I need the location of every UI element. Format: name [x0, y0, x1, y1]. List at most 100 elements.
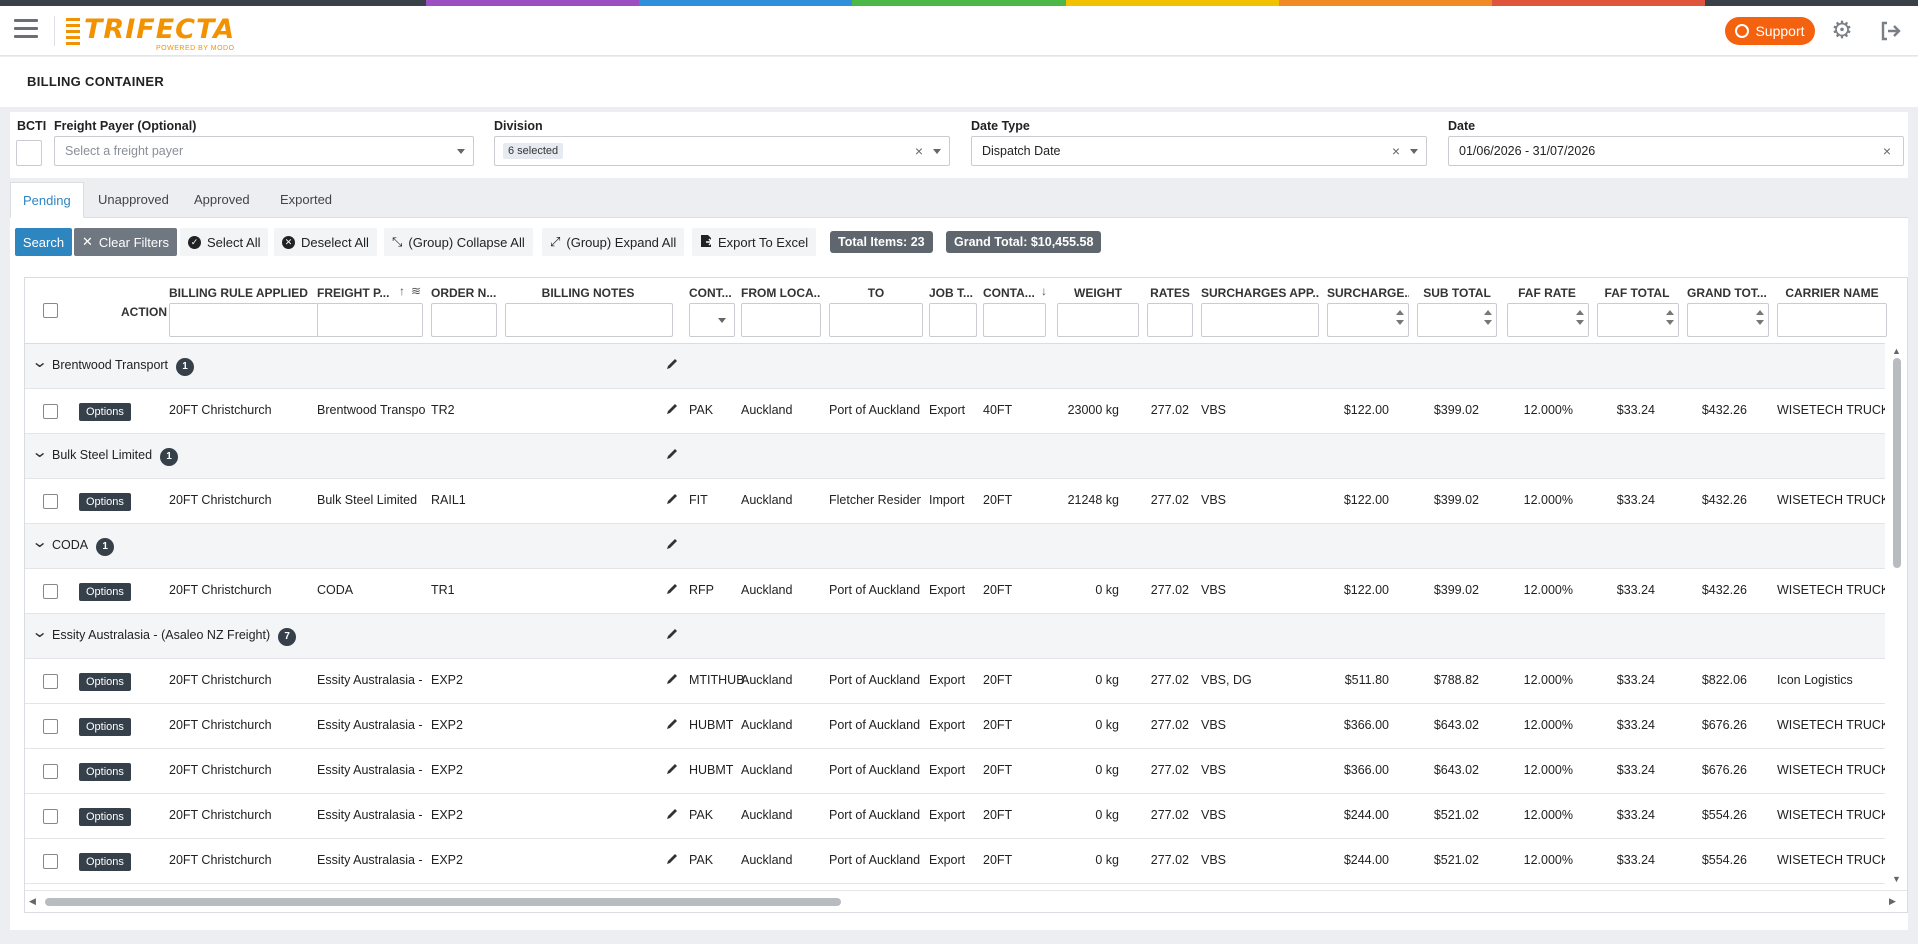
column-header[interactable]: GRAND TOT...	[1687, 286, 1769, 300]
vertical-scrollbar[interactable]: ▲ ▼	[1887, 344, 1907, 888]
group-row[interactable]: ⌄ Brentwood Transport 1	[25, 344, 1885, 389]
pencil-icon[interactable]	[665, 672, 681, 688]
select-all-button[interactable]: ✓ Select All	[180, 228, 269, 256]
group-collapse-all-button[interactable]: ⤡ (Group) Collapse All	[384, 228, 533, 256]
column-header[interactable]: SURCHARGES APP...	[1201, 286, 1319, 300]
search-button[interactable]: Search	[15, 228, 72, 256]
column-header[interactable]: SURCHARGE...	[1327, 286, 1409, 300]
scroll-right-icon[interactable]: ▶	[1889, 896, 1896, 907]
group-row[interactable]: ⌄ Bulk Steel Limited 1	[25, 434, 1885, 479]
division-select[interactable]: 6 selected ×	[494, 136, 950, 166]
column-filter-number[interactable]	[1327, 303, 1409, 337]
pencil-icon[interactable]	[665, 447, 681, 463]
column-header[interactable]: FAF RATE	[1507, 286, 1587, 300]
column-header[interactable]: RATES	[1147, 286, 1193, 300]
column-header[interactable]: JOB T...	[929, 286, 975, 300]
column-filter-input[interactable]	[505, 303, 673, 337]
pencil-icon[interactable]	[665, 582, 681, 598]
date-type-select[interactable]: Dispatch Date ×	[971, 136, 1427, 166]
pencil-icon[interactable]	[665, 402, 681, 418]
pencil-icon[interactable]	[665, 807, 681, 823]
support-button[interactable]: Support	[1725, 17, 1815, 45]
options-button[interactable]: Options	[79, 673, 131, 691]
column-filter-input[interactable]	[829, 303, 923, 337]
chevron-down-icon[interactable]: ⌄	[31, 622, 48, 642]
pencil-icon[interactable]	[665, 492, 681, 508]
tab-exported[interactable]: Exported	[268, 182, 344, 218]
chevron-down-icon[interactable]: ⌄	[31, 352, 48, 372]
column-filter-number[interactable]	[1687, 303, 1769, 337]
column-header[interactable]: BILLING NOTES	[505, 286, 671, 300]
column-filter-input[interactable]	[1147, 303, 1193, 337]
export-excel-button[interactable]: Export To Excel	[692, 228, 817, 256]
column-header[interactable]: FREIGHT P...	[317, 286, 422, 300]
sort-desc-icon[interactable]: ↓	[1041, 284, 1047, 298]
menu-icon[interactable]	[14, 19, 38, 41]
clear-date-type-icon[interactable]: ×	[1392, 143, 1400, 159]
deselect-all-button[interactable]: ✕ Deselect All	[274, 228, 377, 256]
chevron-down-icon[interactable]: ⌄	[31, 532, 48, 552]
column-filter-select[interactable]	[689, 303, 735, 337]
date-range-input[interactable]: 01/06/2026 - 31/07/2026 ×	[1448, 136, 1904, 166]
clear-division-icon[interactable]: ×	[915, 143, 923, 159]
row-checkbox[interactable]	[43, 494, 58, 509]
scroll-down-icon[interactable]: ▼	[1892, 874, 1901, 884]
horizontal-scroll-thumb[interactable]	[45, 898, 841, 906]
spinner-icon[interactable]	[1396, 310, 1404, 330]
pencil-icon[interactable]	[665, 537, 681, 553]
clear-filters-button[interactable]: ✕ Clear Filters	[74, 228, 177, 256]
pencil-icon[interactable]	[665, 762, 681, 778]
select-all-checkbox[interactable]	[43, 303, 58, 318]
spinner-icon[interactable]	[1576, 310, 1584, 330]
options-button[interactable]: Options	[79, 808, 131, 826]
options-button[interactable]: Options	[79, 583, 131, 601]
tab-approved[interactable]: Approved	[182, 182, 262, 218]
column-filter-input[interactable]	[741, 303, 821, 337]
options-button[interactable]: Options	[79, 718, 131, 736]
column-filter-input[interactable]	[929, 303, 977, 337]
freight-payer-select[interactable]: Select a freight payer	[54, 136, 474, 166]
row-checkbox[interactable]	[43, 584, 58, 599]
column-filter-input[interactable]	[317, 303, 423, 337]
options-button[interactable]: Options	[79, 763, 131, 781]
column-filter-number[interactable]	[1597, 303, 1679, 337]
column-header[interactable]: SUB TOTAL	[1417, 286, 1497, 300]
column-filter-input[interactable]	[1777, 303, 1887, 337]
scroll-left-icon[interactable]: ◀	[29, 896, 36, 907]
column-header[interactable]: CONT...	[689, 286, 737, 300]
options-button[interactable]: Options	[79, 403, 131, 421]
logout-icon[interactable]	[1878, 19, 1902, 43]
spinner-icon[interactable]	[1666, 310, 1674, 330]
column-filter-number[interactable]	[1417, 303, 1497, 337]
chevron-down-icon[interactable]: ⌄	[31, 442, 48, 462]
group-expand-all-button[interactable]: ⤢ (Group) Expand All	[542, 228, 685, 256]
column-filter-number[interactable]	[1507, 303, 1589, 337]
column-header[interactable]: CARRIER NAME	[1777, 286, 1887, 300]
group-row[interactable]: ⌄ Essity Australasia - (Asaleo NZ Freight…	[25, 614, 1885, 659]
column-header[interactable]: WEIGHT	[1057, 286, 1139, 300]
row-checkbox[interactable]	[43, 809, 58, 824]
vertical-scroll-thumb[interactable]	[1893, 358, 1901, 568]
row-checkbox[interactable]	[43, 719, 58, 734]
column-header[interactable]: FAF TOTAL	[1597, 286, 1677, 300]
column-header[interactable]: TO	[829, 286, 923, 300]
spinner-icon[interactable]	[1756, 310, 1764, 330]
bcti-checkbox[interactable]	[16, 140, 42, 166]
gear-icon[interactable]: ⚙	[1830, 19, 1854, 43]
row-checkbox[interactable]	[43, 854, 58, 869]
row-checkbox[interactable]	[43, 404, 58, 419]
column-header[interactable]: FROM LOCA...	[741, 286, 821, 300]
column-header[interactable]: BILLING RULE APPLIED	[169, 286, 319, 300]
row-checkbox[interactable]	[43, 764, 58, 779]
pencil-icon[interactable]	[665, 852, 681, 868]
options-button[interactable]: Options	[79, 493, 131, 511]
column-header[interactable]: ORDER N...	[431, 286, 497, 300]
options-button[interactable]: Options	[79, 853, 131, 871]
pencil-icon[interactable]	[665, 717, 681, 733]
column-header[interactable]: CONTA...	[983, 286, 1045, 300]
column-filter-input[interactable]	[1057, 303, 1139, 337]
tab-unapproved[interactable]: Unapproved	[86, 182, 181, 218]
column-filter-input[interactable]	[983, 303, 1046, 337]
horizontal-scrollbar[interactable]: ◀ ▶	[25, 890, 1907, 912]
scroll-up-icon[interactable]: ▲	[1892, 346, 1901, 356]
